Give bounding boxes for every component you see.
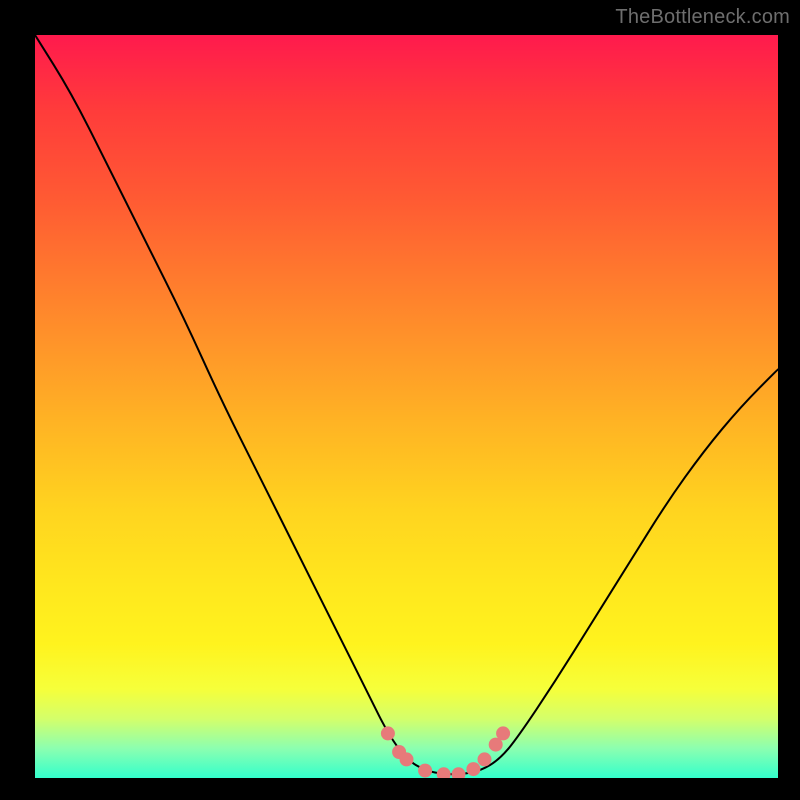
marker-dot [478, 752, 492, 766]
watermark-text: TheBottleneck.com [615, 6, 790, 29]
marker-dot [400, 752, 414, 766]
chart-svg [35, 35, 778, 778]
marker-dot [381, 726, 395, 740]
chart-plot-area [35, 35, 778, 778]
chart-frame: TheBottleneck.com [0, 0, 800, 800]
bottleneck-curve [35, 35, 778, 774]
marker-dot [437, 767, 451, 778]
marker-dot [452, 767, 466, 778]
marker-dot [418, 764, 432, 778]
marker-dot [496, 726, 510, 740]
curve-markers [381, 726, 510, 778]
marker-dot [466, 762, 480, 776]
